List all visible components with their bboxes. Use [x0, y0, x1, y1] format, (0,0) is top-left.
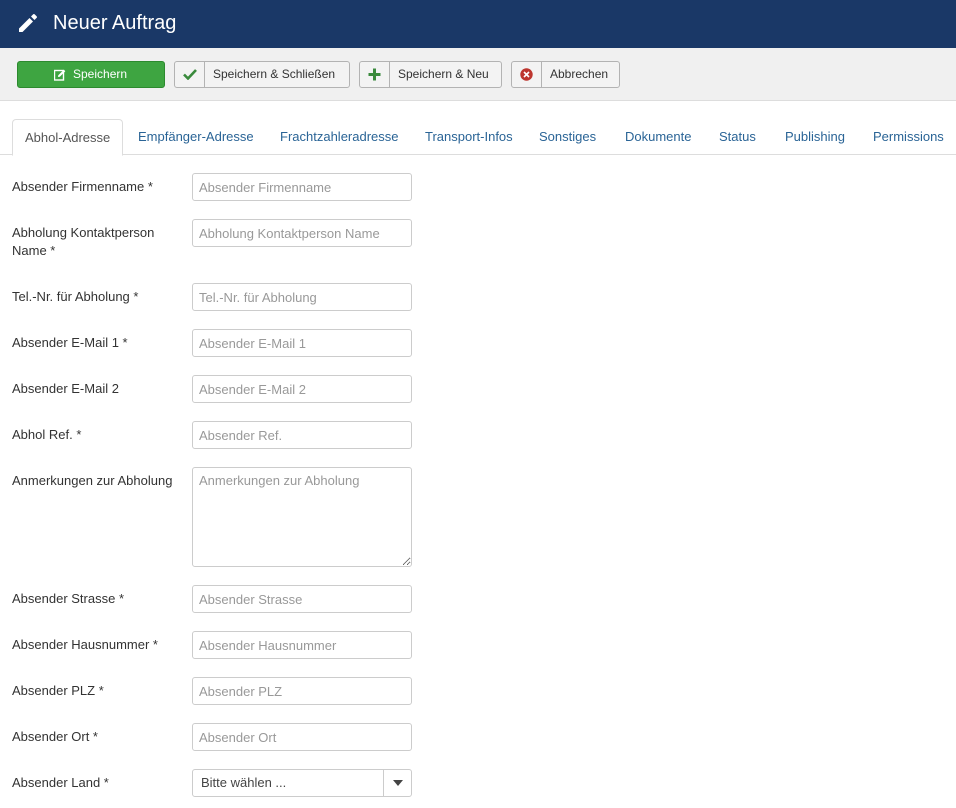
page-header: Neuer Auftrag — [0, 0, 956, 48]
tab-frachtzahleradresse[interactable]: Frachtzahleradresse — [280, 119, 399, 155]
city-label: Absender Ort * — [12, 729, 98, 744]
country-label: Absender Land * — [12, 775, 109, 790]
street-label: Absender Strasse * — [12, 591, 125, 606]
phone-input[interactable] — [192, 283, 412, 311]
tab-empfaenger-adresse[interactable]: Empfänger-Adresse — [138, 119, 254, 155]
cancel-button-label: Abbrechen — [550, 67, 609, 81]
house-number-label: Absender Hausnummer * — [12, 637, 158, 652]
save-new-button-label: Speichern & Neu — [398, 67, 489, 81]
pickup-ref-label: Abhol Ref. * — [12, 427, 82, 442]
street-input[interactable] — [192, 585, 412, 613]
zip-input[interactable] — [192, 677, 412, 705]
tab-abhol-adresse[interactable]: Abhol-Adresse — [12, 119, 124, 156]
page-title: Neuer Auftrag — [53, 12, 177, 34]
pickup-notes-textarea[interactable] — [192, 467, 412, 567]
pencil-icon — [19, 14, 37, 32]
tab-permissions[interactable]: Permissions — [873, 119, 944, 155]
company-name-input[interactable] — [192, 173, 412, 201]
tab-dokumente[interactable]: Dokumente — [625, 119, 691, 155]
pickup-ref-input[interactable] — [192, 421, 412, 449]
tab-status[interactable]: Status — [719, 119, 756, 155]
save-new-button[interactable]: Speichern & Neu — [359, 61, 502, 88]
caret-down-icon — [393, 780, 403, 786]
email-2-input[interactable] — [192, 375, 412, 403]
tab-bar: Abhol-Adresse Empfänger-Adresse Frachtza… — [0, 119, 956, 156]
email-2-label: Absender E-Mail 2 — [12, 381, 119, 396]
tab-transport-infos[interactable]: Transport-Infos — [425, 119, 513, 155]
plus-icon — [360, 62, 390, 87]
save-button-label: Speichern — [73, 67, 128, 81]
city-input[interactable] — [192, 723, 412, 751]
cancel-button[interactable]: Abbrechen — [511, 61, 620, 88]
house-number-input[interactable] — [192, 631, 412, 659]
save-close-button[interactable]: Speichern & Schließen — [174, 61, 350, 88]
tab-sonstiges[interactable]: Sonstiges — [539, 119, 596, 155]
checkmark-icon — [175, 62, 205, 87]
email-1-label: Absender E-Mail 1 * — [12, 335, 128, 350]
contact-person-input[interactable] — [192, 219, 412, 247]
company-name-label: Absender Firmenname * — [12, 179, 153, 194]
save-button[interactable]: Speichern — [17, 61, 165, 88]
pickup-notes-label: Anmerkungen zur Abholung — [12, 473, 173, 488]
cancel-circle-icon — [512, 62, 542, 87]
email-1-input[interactable] — [192, 329, 412, 357]
country-select[interactable]: Bitte wählen ... — [192, 769, 412, 797]
phone-label: Tel.-Nr. für Abholung * — [12, 289, 139, 304]
dropdown-toggle[interactable] — [383, 770, 411, 796]
edit-icon — [54, 62, 68, 87]
country-select-value: Bitte wählen ... — [201, 775, 287, 790]
zip-label: Absender PLZ * — [12, 683, 104, 698]
toolbar: Speichern Speichern & Schließen Speicher… — [0, 48, 956, 101]
tab-publishing[interactable]: Publishing — [785, 119, 845, 155]
save-close-button-label: Speichern & Schließen — [213, 67, 336, 81]
contact-person-label: Abholung Kontaktperson Name * — [12, 225, 155, 258]
